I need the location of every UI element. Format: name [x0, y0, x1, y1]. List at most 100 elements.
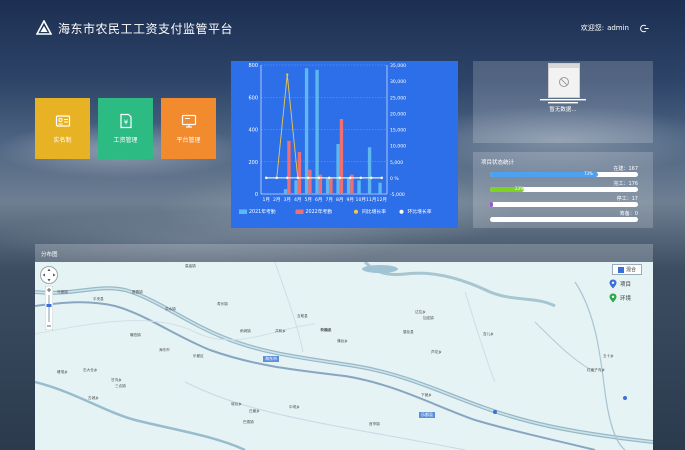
nodata-text: 暂无数据...	[549, 107, 577, 113]
place-label: 碾伯镇	[130, 333, 141, 337]
place-label: 甘沟乡	[111, 378, 122, 382]
legend-swatch	[354, 209, 358, 214]
status-row-stopped: 停工：17	[490, 196, 638, 208]
blue-pin-icon	[609, 279, 617, 289]
place-label: 芦花乡	[431, 350, 442, 354]
x-tick-label: 12月	[377, 197, 387, 203]
chart-bar	[297, 152, 302, 194]
place-label: 李家乡	[320, 328, 331, 332]
place-label: 中坝乡	[289, 405, 300, 409]
place-label: 古城乡	[88, 396, 99, 400]
welcome-label: 欢迎您:	[580, 24, 605, 32]
y-right-tick-label: 30,000	[390, 79, 406, 85]
chart-bar	[357, 180, 361, 194]
chart-bar	[378, 182, 382, 194]
chart-point	[275, 176, 278, 180]
chart-bar	[294, 180, 298, 194]
chart-bar	[339, 119, 344, 194]
town-tag[interactable]: 乐都县	[419, 412, 435, 418]
tile-label: 平台管理	[176, 137, 201, 144]
chart-point	[286, 73, 289, 76]
chart-point	[307, 176, 310, 180]
wage-doc-icon: ¥	[118, 113, 134, 129]
place-label: 巴燕镇	[243, 420, 254, 424]
y-left-tick-label: 400	[248, 128, 258, 134]
logout-icon[interactable]	[640, 24, 649, 33]
y-left-tick-label: 600	[248, 95, 258, 101]
x-tick-label: 5月	[304, 197, 312, 203]
legend-label: 项目	[620, 282, 632, 288]
place-label: 官亭镇	[369, 422, 380, 426]
legend-swatch	[295, 209, 304, 214]
chart-bar	[367, 147, 372, 194]
map-pan-control[interactable]	[40, 266, 58, 284]
chart-line	[266, 74, 382, 179]
place-label: 加定镇	[423, 316, 434, 320]
x-tick-label: 4月	[294, 197, 302, 203]
place-label: 峰堆乡	[57, 370, 68, 374]
chart-bar	[283, 189, 288, 194]
y-right-tick-label: 10,000	[390, 144, 406, 150]
status-fill	[490, 202, 493, 207]
chart-point	[349, 176, 352, 180]
status-fill	[490, 172, 599, 177]
legend-label: 环比增长率	[408, 208, 432, 215]
town-tag[interactable]: 海东市	[263, 356, 279, 362]
project-status-panel: 项目状态统计 在建：167 73% 完工：176 23% 停工：17 筹备：0	[473, 152, 653, 228]
place-label: 瞿昙镇	[132, 290, 143, 294]
id-card-icon	[55, 113, 71, 129]
x-tick-label: 6月	[315, 197, 323, 203]
legend-swatch	[239, 209, 247, 214]
y-left-tick-label: 800	[248, 63, 258, 69]
place-label: 城台乡	[231, 402, 242, 406]
map-type-toggle[interactable]: 混合	[612, 264, 642, 275]
tile-wage[interactable]: ¥ 工资管理	[98, 98, 153, 159]
place-label: 共和乡	[275, 329, 286, 333]
chart-point	[296, 176, 299, 180]
y-right-tick-label: 35,000	[390, 63, 406, 69]
x-tick-label: 7月	[325, 197, 333, 203]
status-label: 完工：176	[613, 181, 638, 187]
monitor-icon	[181, 113, 197, 129]
x-tick-label: 3月	[283, 197, 291, 203]
tile-label: 实名制	[53, 137, 72, 144]
map-canvas[interactable]: 混合 项目 环境 海东市 乐都县 平安县 海东市 乐都区 互助县 化隆县 循化县…	[35, 262, 653, 450]
chart-bar	[325, 177, 330, 194]
legend-label: 2021年考勤	[249, 208, 276, 215]
status-track	[490, 202, 638, 207]
status-row-preparing: 筹备：0	[490, 211, 638, 223]
green-pin-icon	[609, 293, 617, 303]
map-base	[35, 262, 653, 450]
empty-image-icon	[548, 63, 580, 98]
chart-point	[380, 176, 383, 180]
status-pct: 23%	[515, 186, 524, 191]
legend-project[interactable]: 项目	[609, 279, 631, 289]
place-label: 下营乡	[421, 393, 432, 397]
map-type-swatch	[617, 266, 624, 273]
place-label: 五十乡	[603, 354, 614, 358]
x-tick-label: 8月	[336, 197, 344, 203]
logo-icon	[36, 20, 52, 36]
legend-environment[interactable]: 环境	[609, 293, 631, 303]
place-label: 乐都区	[193, 354, 204, 358]
chart-point	[328, 176, 331, 180]
chart-point	[317, 176, 320, 180]
username[interactable]: admin	[607, 24, 629, 32]
place-label: 雨润镇	[240, 329, 251, 333]
place-label: 达拉乡	[415, 310, 426, 314]
x-tick-label: 2月	[273, 197, 281, 203]
status-pct: 73%	[584, 171, 593, 176]
app-title: 海东市农民工工资支付监管平台	[58, 21, 234, 36]
legend-swatch	[399, 209, 404, 214]
place-label: 寿乐镇	[217, 302, 228, 306]
status-label: 在建：167	[613, 166, 638, 172]
map-zoom-control[interactable]	[45, 286, 53, 330]
tile-platform[interactable]: 平台管理	[161, 98, 216, 159]
y-right-tick-label: 20,000	[390, 111, 406, 117]
status-title: 项目状态统计	[481, 160, 515, 166]
status-track	[490, 217, 638, 222]
status-row-completed: 完工：176 23%	[490, 181, 638, 193]
status-label: 筹备：0	[619, 211, 638, 217]
chart-bar	[346, 177, 351, 194]
tile-realname[interactable]: 实名制	[35, 98, 90, 159]
